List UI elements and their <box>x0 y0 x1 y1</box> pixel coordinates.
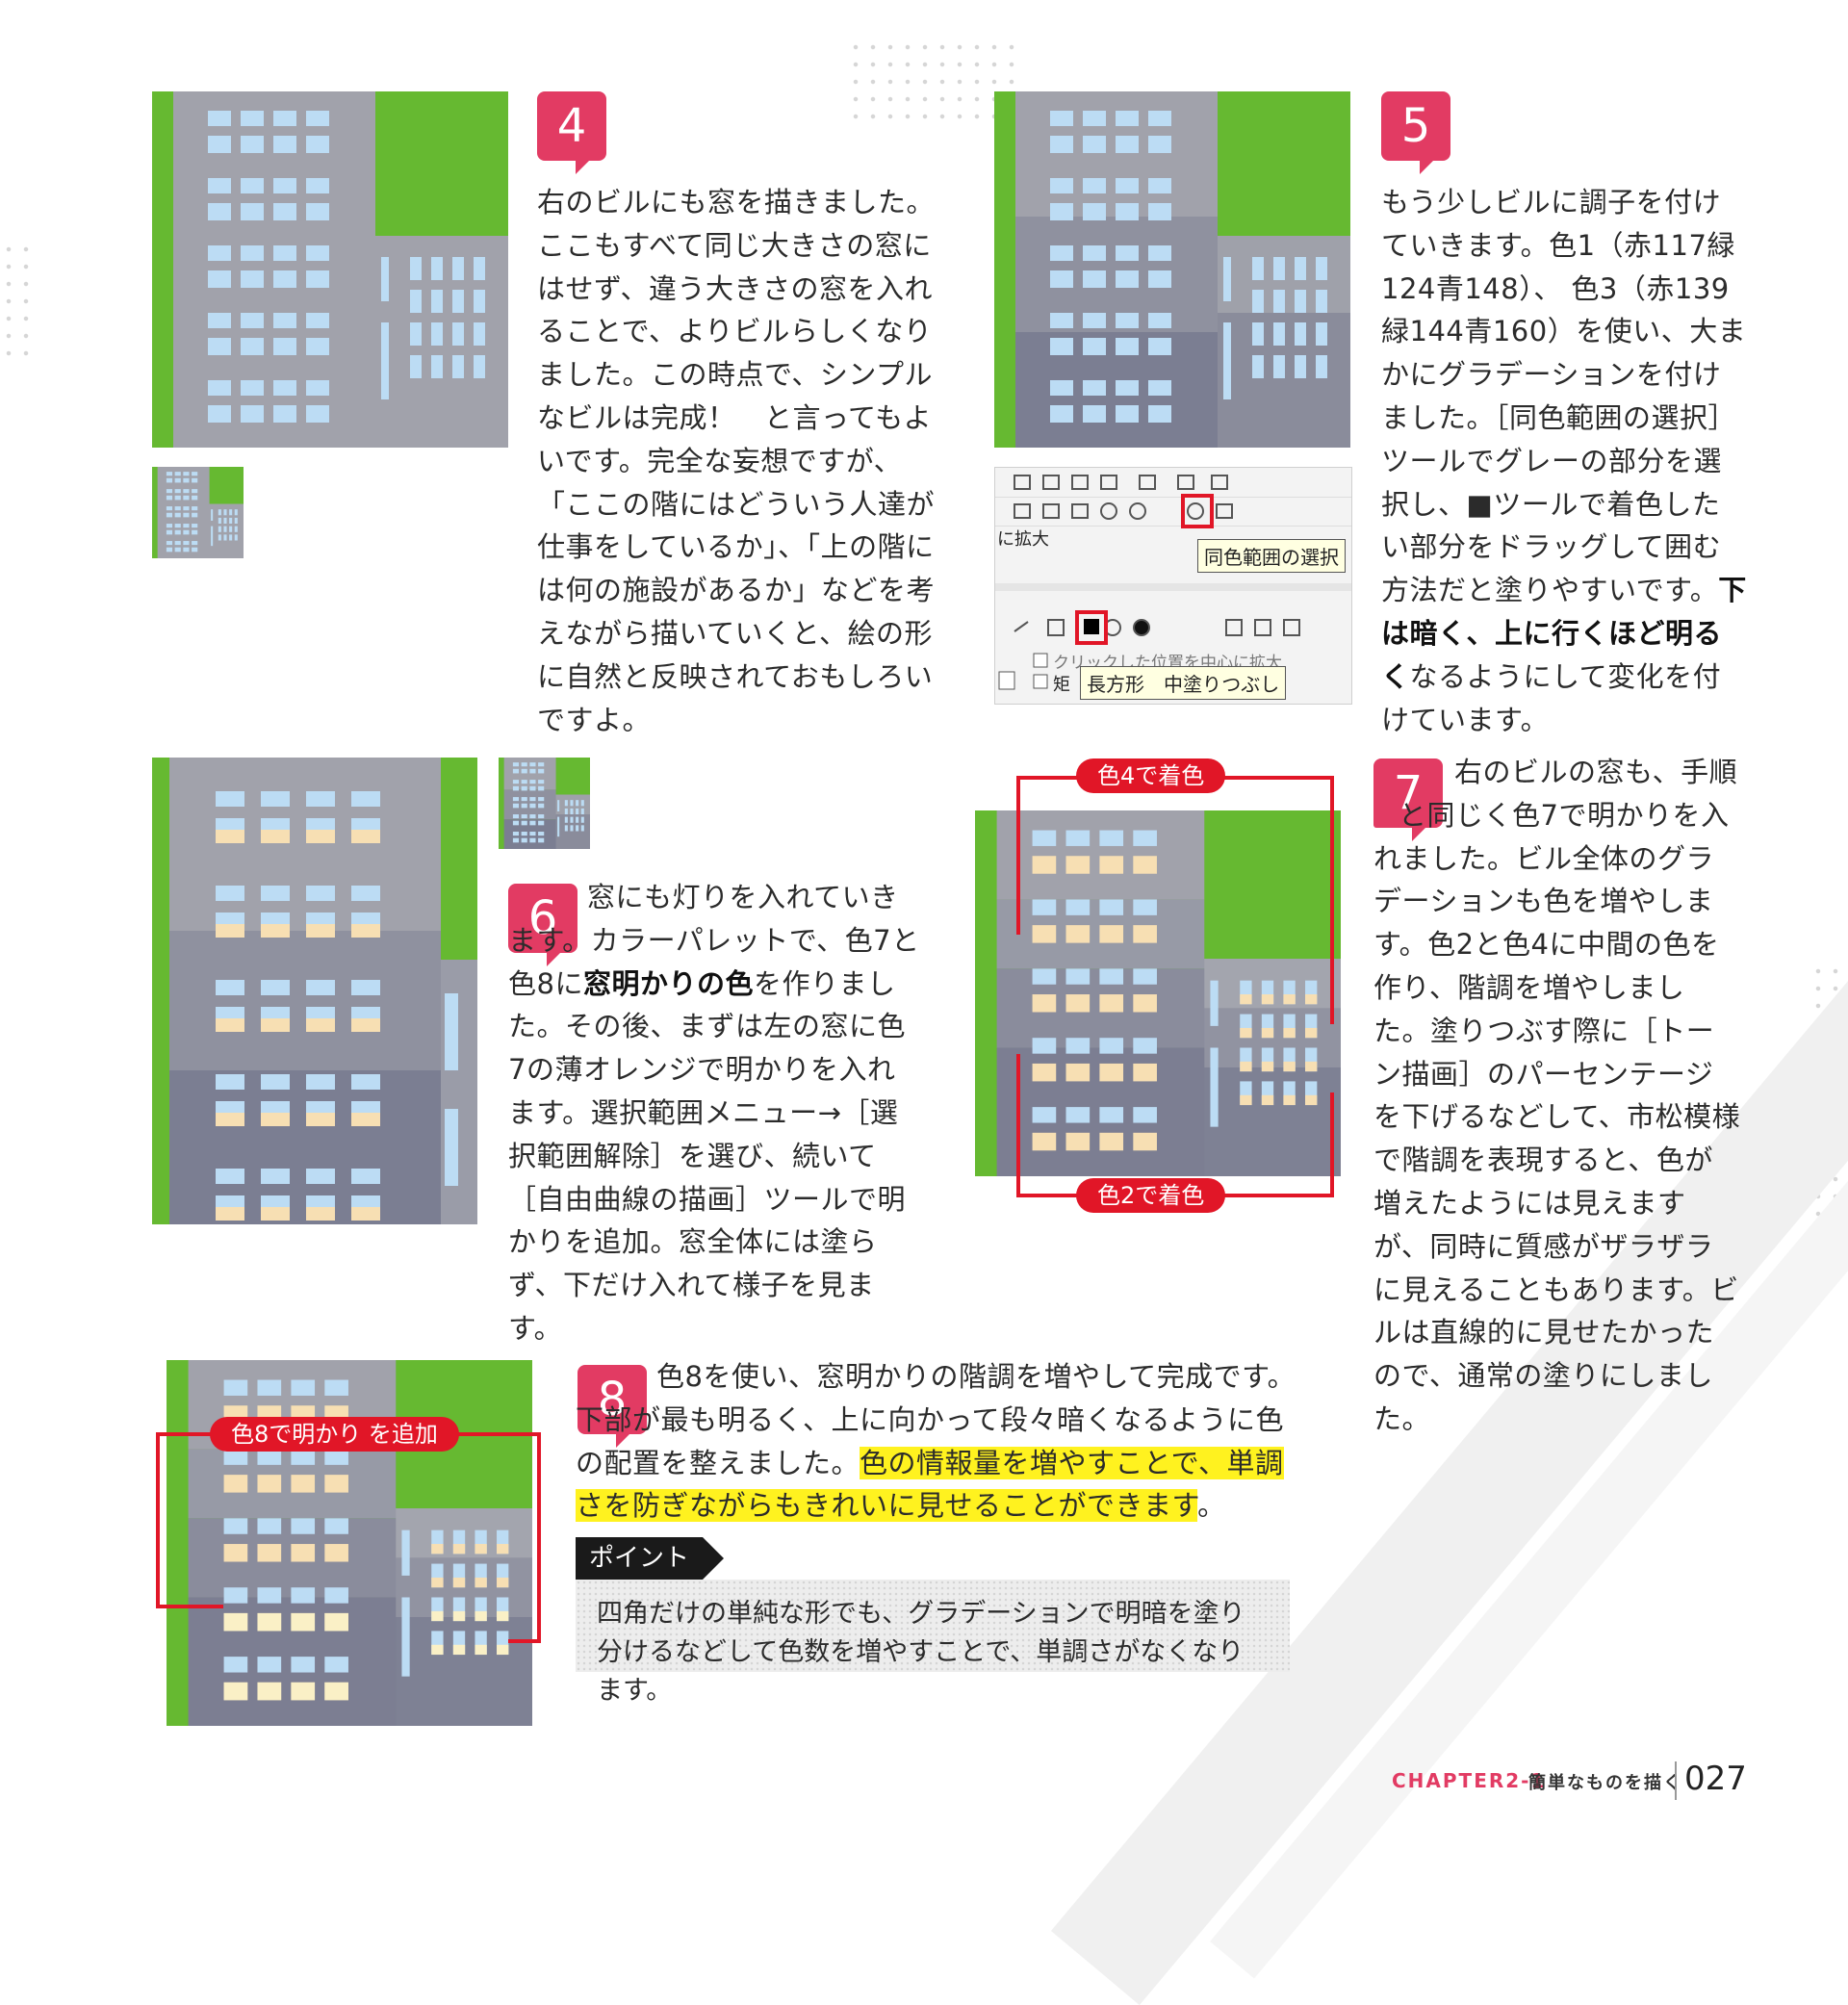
building-step7-image <box>975 810 1341 1176</box>
bg-dots-left <box>0 241 29 356</box>
page-number: 027 <box>1684 1760 1747 1798</box>
building-step6-thumbnail <box>499 758 590 849</box>
callout-color4: 色4で着色 <box>1076 758 1226 793</box>
step-7-text: 右のビルの窓も、手順6と同じく色7で明かりを入れました。ビル全体のグラデーション… <box>1373 756 1741 1435</box>
point-label: ポイント <box>576 1537 725 1580</box>
building-step8-image <box>167 1360 532 1726</box>
step-6-bold: 窓明かりの色 <box>582 966 754 1000</box>
step-6-text: 窓にも灯りを入れていきます。カラーパレットで、色7と色8に窓明かりの色を作りまし… <box>508 881 920 1345</box>
toolbox-rect-label: 矩 <box>1053 675 1070 695</box>
step-ref-badge: 6 <box>1373 802 1467 828</box>
building-step5-image <box>994 91 1350 448</box>
step-4-badge: 4 <box>537 91 606 174</box>
footer-divider <box>1675 1761 1677 1800</box>
step-5-badge: 5 <box>1381 91 1450 174</box>
building-step4-image <box>152 91 508 448</box>
footer-chapter: CHAPTER2-1 <box>1392 1769 1547 1792</box>
tooltip-same-color-select: 同色範囲の選択 <box>1197 539 1346 573</box>
point-box: 四角だけの単純な形でも、グラデーションで明暗を塗り分けるなどして色数を増やすこと… <box>576 1580 1290 1706</box>
step-4-text: 右のビルにも窓を描きました。ここもすべて同じ大きさの窓にはせず、違う大きさの窓を… <box>537 186 936 736</box>
tool-palette-screenshot: に拡大 同色範囲の選択 クリックした位置を中心に拡大 矩 長方形 中塗りつぶし <box>994 467 1352 705</box>
callout-color8: 色8で明かり を追加 <box>210 1417 459 1452</box>
tooltip-rectangle-fill: 長方形 中塗りつぶし <box>1080 666 1287 700</box>
toolbox-menu-label: に拡大 <box>997 529 1049 550</box>
step-8-text: 色8を使い、窓明かりの階調を増やして完成です。下部が最も明るく、上に向かって段々… <box>576 1360 1296 1523</box>
building-step4-thumbnail <box>152 467 244 558</box>
step-5-text: もう少しビルに調子を付けていきます。色1（赤117緑124青148）、 色3（赤… <box>1381 186 1747 736</box>
footer-section: 簡単なものを描く <box>1528 1773 1682 1793</box>
building-step6-image <box>152 758 477 1224</box>
callout-color2: 色2で着色 <box>1076 1178 1226 1213</box>
